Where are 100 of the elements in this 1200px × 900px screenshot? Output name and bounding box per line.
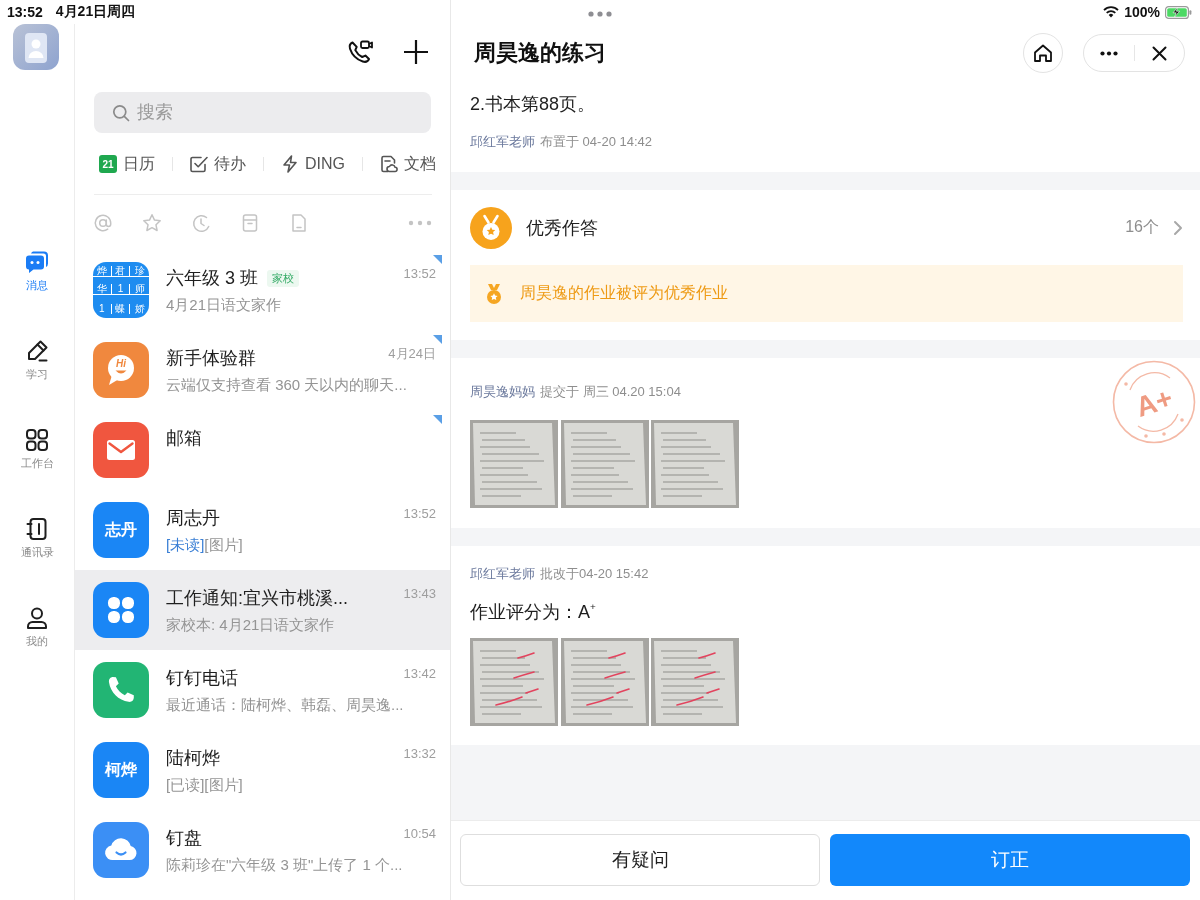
nav-tab[interactable]: 工作台 (7, 427, 67, 516)
excellent-notice: 周昊逸的作业被评为优秀作业 (520, 283, 728, 303)
contacts-book-icon (24, 516, 50, 542)
phone-icon[interactable] (93, 662, 149, 718)
status-date: 4月21日周四 (55, 3, 136, 21)
archive-icon[interactable] (240, 212, 260, 233)
nav-tab[interactable]: 消息 (7, 249, 67, 338)
photo-placeholder[interactable] (560, 420, 649, 508)
chevron-right-icon[interactable] (1173, 219, 1183, 236)
conversation-title: 六年级 3 班 (166, 267, 258, 290)
message-preview: [图片] (204, 776, 243, 793)
message-time: 13:52 (402, 506, 436, 522)
member-initial: 1 (111, 284, 131, 296)
grid-icon (24, 427, 50, 453)
home-icon (1032, 42, 1054, 64)
user-avatar[interactable] (12, 24, 59, 70)
wifi-icon (1103, 6, 1120, 18)
calendar-icon: 21 (99, 155, 117, 173)
message-time: 13:43 (402, 586, 436, 602)
section-title: 优秀作答 (526, 216, 598, 240)
envelope-icon[interactable] (93, 422, 149, 478)
medal-icon (485, 282, 503, 305)
medal-icon (470, 206, 512, 249)
message-preview: 家校本: 4月21日语文家作 (166, 616, 335, 633)
member-initial: 师 (130, 284, 149, 296)
question-button[interactable]: 有疑问 (460, 834, 820, 886)
contact-avatar[interactable]: 志丹 (93, 502, 149, 558)
conversation-title: 钉盘 (166, 827, 202, 850)
conversation-title: 新手体验群 (166, 347, 256, 370)
member-initial: 烨 (93, 265, 112, 277)
category-tag: 家校 (267, 270, 299, 287)
checkbox-icon (190, 155, 208, 173)
message-time: 13:42 (402, 666, 436, 682)
clover-icon[interactable] (93, 582, 149, 638)
assignment-text: 2.书本第88页。 (470, 93, 597, 116)
message-preview: [图片] (204, 536, 243, 553)
message-time: 13:32 (402, 746, 436, 762)
conversation-title: 钉钉电话 (166, 667, 238, 690)
photo-placeholder[interactable] (470, 420, 558, 508)
grade-text: 作业评分为：A$^{+}$ (470, 600, 597, 624)
review-time: 批改于04-20 15:42 (540, 565, 649, 583)
status-time: 13:52 (7, 4, 43, 20)
star-icon[interactable] (142, 212, 162, 233)
shortcut-button[interactable]: DING (281, 155, 345, 173)
person-icon (24, 605, 50, 631)
plus-icon[interactable] (402, 38, 430, 66)
message-preview: 陈莉珍在"六年级 3 班"上传了 1 个... (166, 856, 403, 873)
clock-icon[interactable] (191, 212, 211, 233)
correct-button[interactable]: 订正 (830, 834, 1190, 886)
document-icon (380, 155, 398, 173)
photo-placeholder[interactable] (651, 420, 739, 508)
read-status: [未读] (166, 536, 205, 553)
photo-placeholder[interactable] (651, 638, 739, 726)
search-icon (112, 104, 130, 122)
nav-tab[interactable]: 我的 (7, 605, 67, 694)
member-initial: 珍 (130, 265, 149, 277)
video-call-icon[interactable] (346, 38, 374, 66)
member-initial: 娇 (133, 303, 146, 314)
submitter-name: 周昊逸妈妈 (470, 383, 535, 401)
nav-tab[interactable]: 通讯录 (7, 516, 67, 605)
battery-percent: 100% (1124, 4, 1160, 20)
member-initial: 1 (93, 303, 112, 314)
teacher-name: 邱红军老师 (470, 565, 535, 583)
teacher-name: 邱红军老师 (470, 133, 535, 151)
message-preview: 4月21日语文家作 (166, 296, 282, 313)
photo-placeholder[interactable] (560, 638, 649, 726)
conversation-title: 邮箱 (166, 427, 202, 450)
conversation-title: 陆柯烨 (166, 747, 220, 770)
submitted-time: 提交于 周三 04.20 15:04 (540, 383, 681, 401)
message-time: 4月24日 (387, 346, 436, 362)
nav-tab[interactable]: 学习 (7, 338, 67, 427)
member-initial: 蝶 (111, 303, 131, 314)
message-preview: 最近通话：陆柯烨、韩磊、周昊逸... (166, 696, 404, 713)
mention-icon[interactable] (93, 212, 113, 233)
message-time: 13:52 (402, 266, 436, 282)
more-icon (1099, 50, 1118, 56)
file-icon[interactable] (289, 212, 309, 233)
shortcut-button[interactable]: 文档 (380, 153, 436, 175)
grade-stamp: A+ (1112, 360, 1196, 444)
more-icon[interactable] (408, 219, 432, 226)
close-icon (1151, 45, 1167, 61)
photo-placeholder[interactable] (470, 638, 558, 726)
lightning-icon (281, 155, 299, 173)
message-time: 10:54 (402, 826, 436, 842)
contact-avatar[interactable]: 柯烨 (93, 742, 149, 798)
conversation-title: 周志丹 (166, 507, 220, 530)
page-title: 周昊逸的练习 (474, 39, 606, 67)
shortcut-button[interactable]: 待办 (190, 153, 246, 175)
cloud-icon[interactable] (93, 822, 149, 878)
message-preview: 云端仅支持查看 360 天以内的聊天... (166, 376, 407, 393)
search-field[interactable]: 搜索 (94, 92, 431, 133)
assigned-time: 布置于 04-20 14:42 (540, 133, 652, 151)
member-initial: 华 (93, 284, 112, 296)
multitask-handle-icon[interactable] (588, 11, 612, 17)
shortcut-button[interactable]: 21 日历 (99, 153, 155, 175)
conversation-title: 工作通知:宜兴市桃溪... (166, 587, 348, 610)
chat-icon (24, 249, 50, 275)
conversation-item[interactable]: 工作通知:宜兴市桃溪... 13:43 家校本: 4月21日语文家作 (75, 570, 450, 650)
member-initial: 君 (111, 265, 131, 277)
read-status: [已读] (166, 776, 205, 793)
